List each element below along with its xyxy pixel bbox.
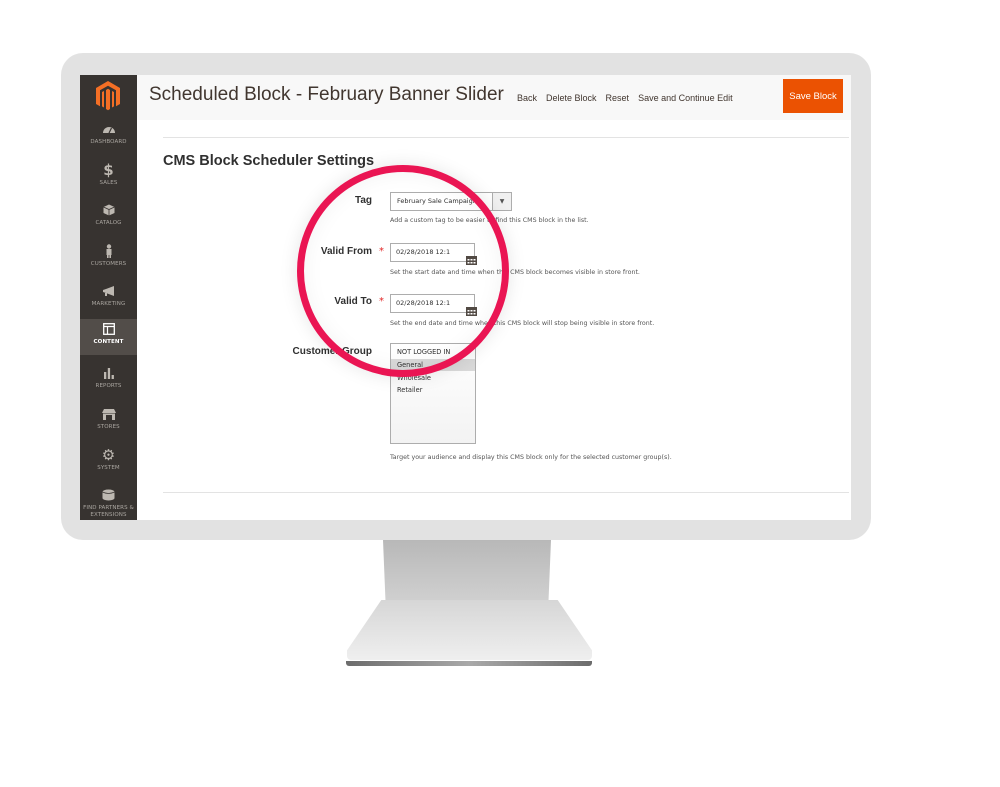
sidebar-item-content[interactable]: CONTENT [80,319,137,355]
save-block-button[interactable]: Save Block [783,79,843,113]
sidebar-item-system[interactable]: ⚙ SYSTEM [80,445,137,485]
tag-select[interactable]: February Sale Campaign ▼ [390,192,512,211]
sidebar-item-sales[interactable]: $ SALES [80,160,137,200]
required-asterisk: * [379,246,384,257]
header-actions: Back Delete Block Reset Save and Continu… [517,75,742,120]
person-icon [80,241,137,261]
tag-select-value: February Sale Campaign [397,197,477,205]
sidebar-item-customers[interactable]: CUSTOMERS [80,241,137,281]
sidebar-item-catalog[interactable]: CATALOG [80,200,137,240]
customer-group-label: Customer Group [292,346,372,357]
valid-to-value: 02/28/2018 12:1 [396,299,451,307]
admin-sidebar: DASHBOARD $ SALES CATALOG CUSTOMERS MARK… [80,75,137,520]
customer-group-listbox[interactable]: NOT LOGGED IN General Wholesale Retailer [390,343,476,444]
valid-to-label: Valid To [334,296,372,307]
valid-to-note: Set the end date and time when this CMS … [390,320,655,327]
monitor-stand-edge [346,661,592,666]
sidebar-item-find-partners[interactable]: FIND PARTNERS & EXTENSIONS [80,485,137,520]
reset-button[interactable]: Reset [606,93,630,103]
chevron-down-icon[interactable]: ▼ [492,193,511,210]
save-and-continue-button[interactable]: Save and Continue Edit [638,93,733,103]
magento-logo-icon[interactable] [94,80,122,112]
gear-icon: ⚙ [101,446,116,464]
megaphone-icon [80,281,137,301]
section-divider-bottom [163,492,849,493]
customer-group-option[interactable]: NOT LOGGED IN [391,346,475,358]
sidebar-item-reports[interactable]: REPORTS [80,363,137,403]
customer-group-option[interactable]: Retailer [391,384,475,396]
valid-from-note: Set the start date and time when this CM… [390,269,640,276]
page-header: Scheduled Block - February Banner Slider… [137,75,851,120]
section-divider-top [163,137,849,138]
sidebar-item-stores[interactable]: STORES [80,404,137,444]
valid-from-value: 02/28/2018 12:1 [396,248,451,256]
valid-to-input[interactable]: 02/28/2018 12:1 [390,294,475,313]
sidebar-item-marketing[interactable]: MARKETING [80,281,137,321]
calendar-icon[interactable] [466,255,477,265]
monitor-screen: DASHBOARD $ SALES CATALOG CUSTOMERS MARK… [80,75,851,520]
back-button[interactable]: Back [517,93,537,103]
dashboard-gauge-icon [80,119,137,139]
customer-group-note: Target your audience and display this CM… [390,454,672,461]
valid-from-input[interactable]: 02/28/2018 12:1 [390,243,475,262]
customer-group-option[interactable]: Wholesale [391,372,475,384]
customer-group-option-selected[interactable]: General [391,359,475,371]
section-title: CMS Block Scheduler Settings [163,153,375,169]
required-asterisk: * [379,296,384,307]
storefront-icon [80,404,137,424]
box-icon [80,200,137,220]
layout-icon [80,319,137,339]
tag-note: Add a custom tag to be easier to find th… [390,217,589,224]
cube-icon [80,485,137,505]
tag-label: Tag [354,195,372,206]
calendar-icon[interactable] [466,306,477,316]
sidebar-item-dashboard[interactable]: DASHBOARD [80,119,137,159]
page-title: Scheduled Block - February Banner Slider [149,84,504,105]
delete-block-button[interactable]: Delete Block [546,93,597,103]
monitor-stand-base [347,600,592,660]
valid-from-label: Valid From [320,246,372,257]
bar-chart-icon [80,363,137,383]
dollar-icon: $ [103,161,114,179]
